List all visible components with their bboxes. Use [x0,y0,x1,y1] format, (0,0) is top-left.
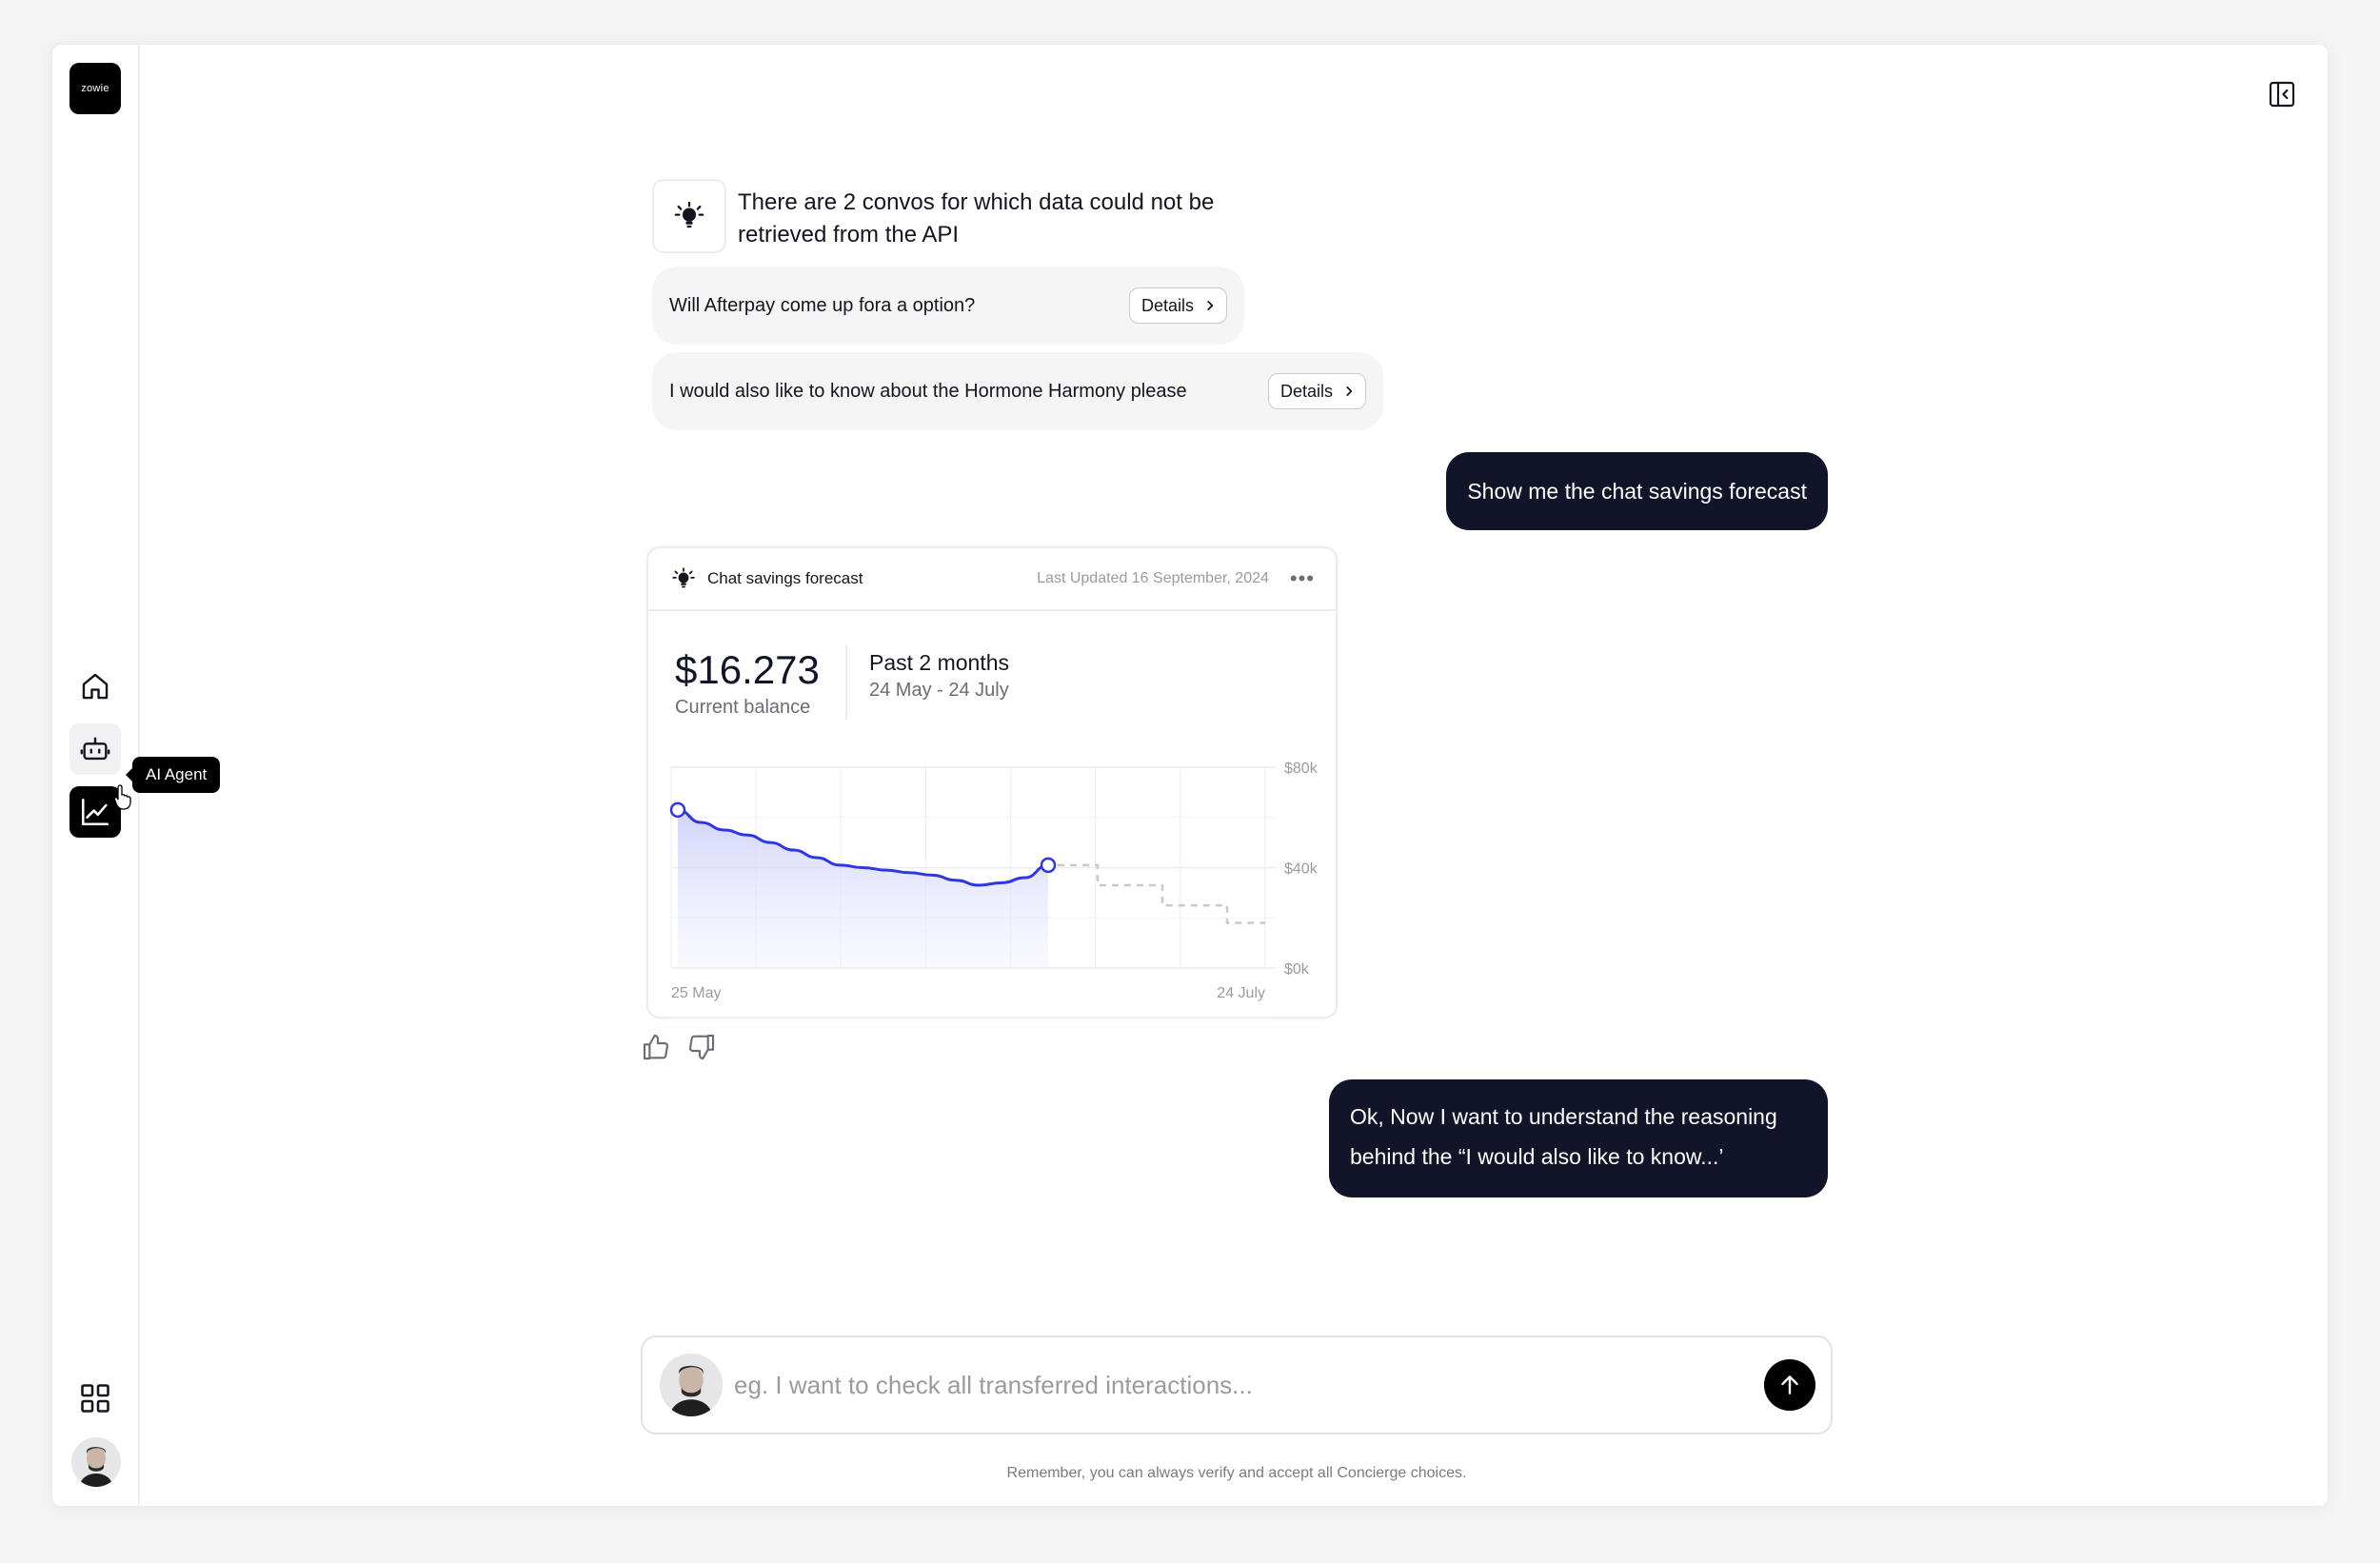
user-message: Show me the chat savings forecast [1446,452,1828,530]
convo-question: I would also like to know about the Horm… [669,380,1187,402]
apps-grid-button[interactable] [69,1373,121,1424]
user-message: Ok, Now I want to understand the reasoni… [1329,1079,1828,1197]
composer-avatar [660,1354,723,1416]
savings-chart: $80k $40k $0k 25 May 24 July [669,761,1319,1019]
user-avatar[interactable] [71,1437,121,1487]
convo-item: Will Afterpay come up fora a option? Det… [652,267,1244,345]
chevron-right-icon [1207,301,1214,310]
thumbs-up-icon[interactable] [641,1032,671,1062]
y-tick-label: $40k [1284,861,1319,878]
notice-text: There are 2 convos for which data could … [738,189,1215,247]
data-point-current [1040,857,1057,874]
lightbulb-icon [674,201,704,228]
home-icon [82,673,109,700]
disclaimer-text: Remember, you can always verify and acce… [1006,1465,1467,1481]
logo-text: zowie [81,83,109,94]
nav-home-button[interactable] [69,661,121,712]
panel-collapse-icon [2269,81,2295,108]
x-tick-label: 24 July [1217,985,1265,1001]
thumbs-down-icon[interactable] [686,1032,717,1062]
user-message-text: Ok, Now I want to understand the reasoni… [1350,1104,1777,1169]
robot-icon [80,737,110,761]
avatar-image [660,1354,723,1416]
logo[interactable]: zowie [69,63,121,114]
collapse-panel-button[interactable] [2265,77,2299,111]
y-tick-label: $0k [1284,961,1310,978]
convo-item: I would also like to know about the Horm… [652,352,1383,430]
details-button[interactable]: Details [1267,373,1366,409]
convo-question: Will Afterpay come up fora a option? [669,294,976,316]
feedback-actions [641,1032,717,1062]
forecast-series-line [1058,863,1265,924]
y-tick-label: $80k [1284,761,1319,777]
avatar-image [71,1437,121,1487]
chat-composer [641,1335,1833,1434]
forecast-card: Chat savings forecast Last Updated 16 Se… [646,546,1338,1019]
data-point-start [669,801,686,819]
user-message-text: Show me the chat savings forecast [1467,478,1807,504]
tooltip-ai-agent: AI Agent [125,757,221,793]
arrow-up-icon [1781,1375,1798,1395]
nav-ai-agent-button[interactable] [69,723,121,775]
message-input[interactable] [734,1370,1764,1400]
details-label: Details [1279,381,1333,401]
chevron-right-icon [1346,386,1353,396]
x-tick-label: 25 May [671,985,721,1001]
grid-icon [81,1384,109,1413]
actual-area [678,809,1048,968]
details-button[interactable]: Details [1128,287,1227,324]
hand-cursor-icon [113,784,131,810]
notice-icon-box [652,179,726,253]
chart-line-icon [81,798,109,826]
app-window: zowie AI Agent There are 2 convos for wh… [51,44,2329,1507]
send-button[interactable] [1764,1359,1815,1411]
details-label: Details [1140,295,1194,315]
